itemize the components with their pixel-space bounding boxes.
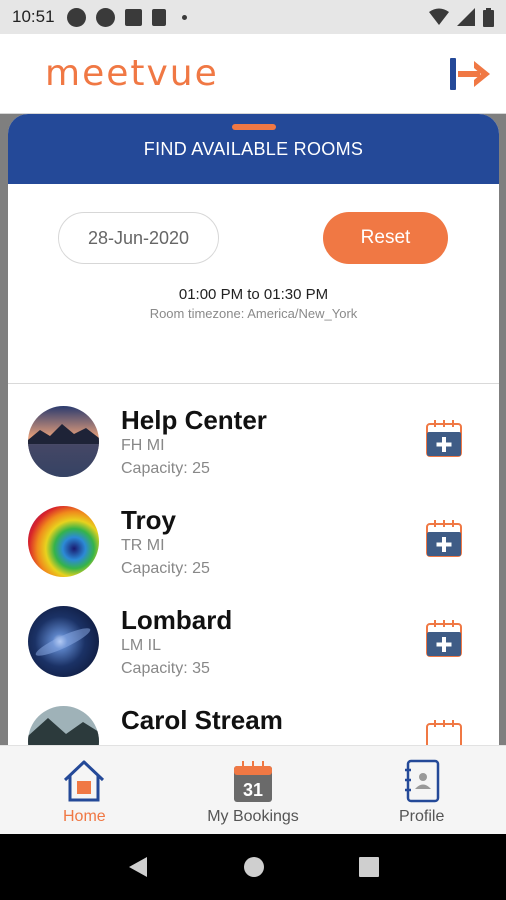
nav-my-bookings[interactable]: 31 My Bookings: [169, 746, 338, 834]
app-header: meetvue: [0, 34, 506, 114]
room-name: Troy: [121, 505, 176, 535]
room-timezone: Room timezone: America/New_York: [149, 306, 358, 321]
book-room-button[interactable]: [425, 418, 463, 458]
room-name: Lombard: [121, 605, 233, 635]
calendar-add-icon: [426, 420, 462, 457]
find-rooms-sheet: FIND AVAILABLE ROOMS 28-Jun-2020 Reset 0…: [8, 114, 499, 814]
room-item-help-center[interactable]: Help Center FH MI Capacity: 25: [8, 384, 499, 484]
nav-home-label: Home: [62, 808, 106, 825]
status-bar: 10:51: [0, 0, 506, 34]
room-item-troy[interactable]: Troy TR MI Capacity: 25: [8, 484, 499, 584]
drag-handle[interactable]: [231, 124, 276, 130]
more-notifications-icon: [181, 14, 187, 20]
room-item-lombard[interactable]: Lombard LM IL Capacity: 35: [8, 584, 499, 684]
sheet-title: FIND AVAILABLE ROOMS: [143, 138, 364, 159]
room-capacity: Capacity: 25: [121, 460, 210, 477]
room-code: TR MI: [121, 537, 165, 554]
time-range: 01:00 PM to 01:30 PM: [178, 286, 329, 303]
reset-button[interactable]: Reset: [323, 212, 448, 264]
signal-icon: [457, 8, 475, 26]
notification-icon: [124, 8, 142, 26]
nav-home[interactable]: Home: [0, 746, 169, 834]
filter-section: 28-Jun-2020 Reset 01:00 PM to 01:30 PM R…: [8, 184, 499, 384]
room-name: Carol Stream: [121, 705, 283, 735]
room-photo: [28, 606, 99, 677]
nav-profile-label: Profile: [399, 808, 445, 825]
logout-button[interactable]: [448, 54, 496, 99]
calendar-add-icon: [426, 620, 462, 657]
wifi-icon: [429, 8, 449, 25]
calendar-add-icon: [426, 520, 462, 557]
notification-icon: [95, 7, 115, 27]
room-code: LM IL: [121, 637, 162, 654]
system-nav-bar: [0, 834, 506, 900]
status-time: 10:51: [12, 7, 55, 26]
home-icon: [64, 760, 105, 802]
room-capacity: Capacity: 25: [121, 560, 210, 577]
book-room-button[interactable]: [425, 618, 463, 658]
date-picker[interactable]: 28-Jun-2020: [58, 212, 219, 264]
home-circle-icon[interactable]: [243, 856, 265, 878]
nav-my-bookings-label: My Bookings: [207, 808, 299, 825]
calendar-icon: 31: [234, 761, 272, 802]
battery-icon: [483, 7, 494, 27]
bottom-nav: Home 31 My Bookings Profile: [0, 745, 506, 834]
back-icon[interactable]: [127, 855, 149, 879]
sd-card-icon: [151, 8, 166, 26]
calendar-icon-day: 31: [243, 780, 263, 800]
room-name: Help Center: [121, 405, 267, 435]
notification-icon: [66, 7, 86, 27]
room-photo: [28, 506, 99, 577]
contact-book-icon: [404, 759, 439, 803]
room-capacity: Capacity: 35: [121, 660, 210, 677]
app-logo: meetvue: [45, 53, 219, 94]
logout-icon: [450, 58, 490, 90]
recents-icon[interactable]: [359, 857, 379, 877]
room-code: FH MI: [121, 437, 165, 454]
book-room-button[interactable]: [425, 518, 463, 558]
sheet-header: FIND AVAILABLE ROOMS: [8, 114, 499, 184]
room-photo: [28, 406, 99, 477]
nav-profile[interactable]: Profile: [337, 746, 506, 834]
